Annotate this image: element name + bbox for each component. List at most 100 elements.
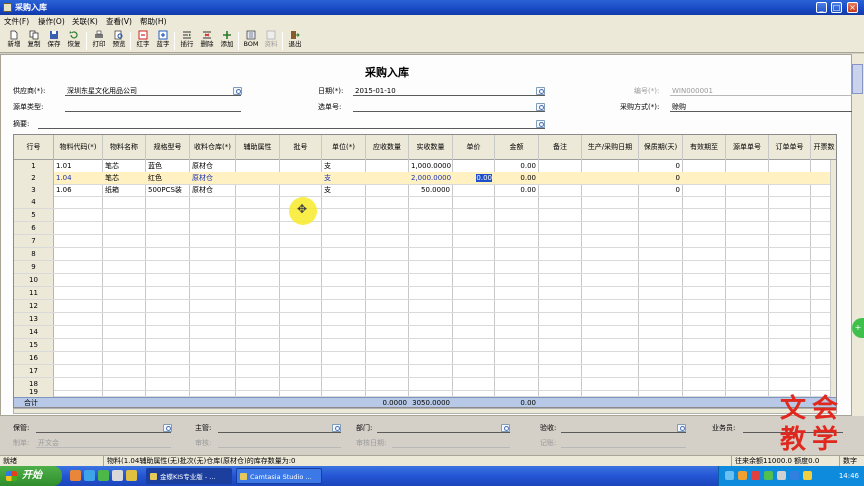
cell-amount[interactable]: 0.00 [495,160,538,172]
quicklaunch-icon[interactable] [112,470,123,481]
grid-horizontal-scrollbar[interactable] [13,408,837,414]
col-item-name[interactable]: 物料名称 [103,135,146,160]
cell-unit[interactable]: 支 [322,160,365,172]
col-aux-attr[interactable]: 辅助属性 [236,135,280,160]
col-spec[interactable]: 规格型号 [146,135,190,160]
date-field[interactable]: 2015-01-10 [353,87,545,96]
table-row[interactable]: 8 [14,248,836,261]
table-row[interactable]: 14 [14,326,836,339]
table-row[interactable]: 11 [14,287,836,300]
cell-warehouse[interactable]: 原材仓 [190,172,235,184]
supplier-field[interactable]: 深圳东星文化用品公司 [65,87,241,96]
cell-amount[interactable]: 0.00 [495,172,538,184]
table-row[interactable]: 15 [14,339,836,352]
cell-spec[interactable]: 红色 [146,172,189,184]
cell-item-code[interactable]: 1.01 [54,160,102,172]
cell-shelf-life[interactable]: 0 [639,172,682,184]
cell-shelf-life[interactable]: 0 [639,160,682,172]
col-shelf-life[interactable]: 保质期(天) [639,135,683,160]
inspector-lookup-icon[interactable] [677,424,686,432]
unit-price-value[interactable]: 0.00 [476,174,492,182]
cell-warehouse[interactable]: 原材仓 [190,184,235,196]
tray-icon[interactable] [751,471,760,480]
menu-file[interactable]: 文件(F) [4,16,29,27]
department-field[interactable] [377,424,510,433]
cell-item-name[interactable]: 纸箱 [103,184,145,196]
cell-item-name[interactable]: 笔芯 [103,160,145,172]
cell-received-qty[interactable]: 1,000.0000 [409,160,452,172]
cell-spec[interactable]: 蓝色 [146,160,189,172]
col-received-qty[interactable]: 实收数量 [409,135,453,160]
add-button[interactable]: 添加 [217,30,237,52]
cell-spec[interactable]: 500PCS装 [146,184,189,196]
cell-item-name[interactable]: 笔芯 [103,172,145,184]
table-row[interactable]: 9 [14,261,836,274]
cell-amount[interactable]: 0.00 [495,184,538,196]
custodian-field[interactable] [36,424,171,433]
summary-lookup-icon[interactable] [536,120,545,128]
quicklaunch-icon[interactable] [70,470,81,481]
col-item-code[interactable]: 物料代码(*) [54,135,103,160]
tray-icon[interactable] [803,471,812,480]
cell-unit-price-editing[interactable]: 0.00 [453,172,494,184]
select-number-lookup-icon[interactable] [536,103,545,111]
cell-unit[interactable]: 支 [322,172,365,184]
menu-view[interactable]: 查看(V) [106,16,132,27]
quicklaunch-icon[interactable] [98,470,109,481]
start-button[interactable]: 开始 [0,466,62,486]
purchase-method-field[interactable]: 赊购 [670,103,852,112]
col-amount[interactable]: 金额 [495,135,539,160]
table-row[interactable]: 4 [14,196,836,209]
summary-field[interactable] [38,120,545,129]
cell-item-code[interactable]: 1.06 [54,184,102,196]
custodian-lookup-icon[interactable] [163,424,172,432]
menu-help[interactable]: 帮助(H) [140,16,167,27]
col-batch[interactable]: 批号 [280,135,322,160]
col-expiry[interactable]: 有效期至 [683,135,726,160]
number-field[interactable]: WIN000001 [670,87,852,96]
table-row[interactable]: 6 [14,222,836,235]
table-row[interactable]: 17 [14,365,836,378]
data-button[interactable]: 资料 [261,30,281,52]
tray-icon[interactable] [725,471,734,480]
supervisor-lookup-icon[interactable] [332,424,341,432]
table-row[interactable]: 10 [14,274,836,287]
cell-shelf-life[interactable]: 0 [639,184,682,196]
blue-text-button[interactable]: 蓝字 [153,30,173,52]
col-production-date[interactable]: 生产/采购日期 [582,135,639,160]
supervisor-field[interactable] [218,424,341,433]
task-camtasia[interactable]: Camtasia Studio ... [236,468,322,484]
restore-button[interactable]: 恢复 [64,30,84,52]
quicklaunch-icon[interactable] [126,470,137,481]
menu-link[interactable]: 关联(K) [72,16,98,27]
select-number-field[interactable] [353,103,545,112]
cell-received-qty[interactable]: 50.0000 [409,184,452,196]
source-type-field[interactable] [65,103,241,112]
tray-icon[interactable] [790,471,799,480]
supplier-lookup-icon[interactable] [233,87,242,95]
col-source-number[interactable]: 源单单号 [726,135,769,160]
minimize-button[interactable]: _ [816,2,827,13]
quicklaunch-icon[interactable] [84,470,95,481]
menu-operation[interactable]: 操作(O) [38,16,65,27]
table-row[interactable]: 16 [14,352,836,365]
col-warehouse[interactable]: 收料仓库(*) [190,135,236,160]
cell-received-qty[interactable]: 2,000.0000 [409,172,452,184]
col-unit-price[interactable]: 单价 [453,135,495,160]
col-row-number[interactable]: 行号 [14,135,54,160]
col-invoice-qty[interactable]: 开票数 [811,135,836,160]
grid-vertical-scrollbar[interactable] [830,160,836,397]
cell-unit[interactable]: 支 [322,184,365,196]
col-receivable-qty[interactable]: 应收数量 [366,135,409,160]
preview-button[interactable]: 预览 [109,30,129,52]
col-remark[interactable]: 备注 [539,135,582,160]
department-lookup-icon[interactable] [501,424,510,432]
tray-icon[interactable] [777,471,786,480]
cell-warehouse[interactable]: 原材仓 [190,160,235,172]
date-picker-icon[interactable] [536,87,545,95]
table-row[interactable]: 5 [14,209,836,222]
maximize-button[interactable]: □ [831,2,842,13]
tray-icon[interactable] [764,471,773,480]
table-row[interactable]: 19 [14,387,836,397]
table-row[interactable]: 7 [14,235,836,248]
